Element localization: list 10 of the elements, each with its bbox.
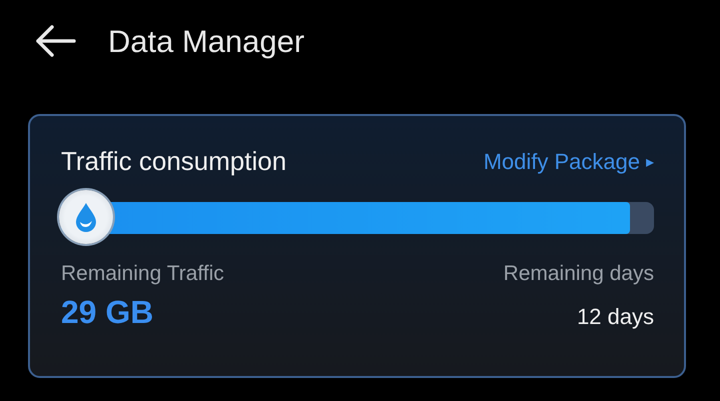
remaining-days-value: 12 days bbox=[576, 304, 654, 330]
water-drop-icon bbox=[74, 202, 98, 232]
back-arrow-icon bbox=[34, 25, 76, 57]
page-title: Data Manager bbox=[108, 24, 304, 60]
remaining-traffic-label: Remaining Traffic bbox=[61, 262, 224, 286]
back-button[interactable] bbox=[34, 25, 78, 59]
remaining-days-label: Remaining days bbox=[503, 262, 654, 286]
card-title: Traffic consumption bbox=[61, 146, 286, 177]
remaining-traffic-value: 29 GB bbox=[61, 294, 154, 331]
modify-package-link[interactable]: Modify Package ▸ bbox=[483, 148, 654, 174]
